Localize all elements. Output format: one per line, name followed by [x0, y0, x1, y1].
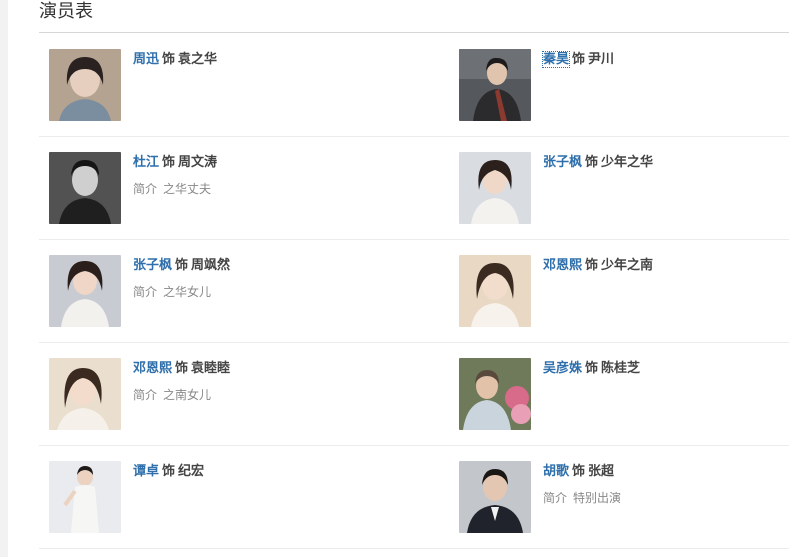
cast-item: 胡歌饰张超 简介 特别出演 [459, 461, 789, 541]
role-name: 袁睦睦 [191, 361, 231, 376]
intro-text: 之南女儿 [163, 388, 212, 402]
role-name: 张超 [588, 464, 615, 479]
actor-photo[interactable] [49, 358, 121, 430]
row-divider [39, 342, 789, 343]
actor-name-link[interactable]: 邓恩熙 [543, 258, 582, 273]
actor-name-link[interactable]: 谭卓 [133, 464, 159, 479]
cast-item: 张子枫饰周飒然 简介 之华女儿 [49, 255, 379, 335]
actor-photo[interactable] [49, 152, 121, 224]
as-label: 饰 [175, 258, 189, 273]
role-name: 陈桂芝 [601, 361, 641, 376]
actor-name-link[interactable]: 张子枫 [133, 258, 172, 273]
role-name: 袁之华 [178, 52, 218, 67]
left-rail [0, 0, 8, 557]
actor-photo[interactable] [459, 152, 531, 224]
row-divider [39, 445, 789, 446]
actor-photo[interactable] [459, 49, 531, 121]
intro-label: 简介 [133, 388, 158, 402]
cast-item: 邓恩熙饰袁睦睦 简介 之南女儿 [49, 358, 379, 438]
intro-text: 特别出演 [573, 491, 622, 505]
actor-name-link[interactable]: 张子枫 [543, 155, 582, 170]
actor-photo[interactable] [459, 255, 531, 327]
actor-name-link[interactable]: 杜江 [133, 155, 159, 170]
actor-photo[interactable] [459, 358, 531, 430]
actor-name-link[interactable]: 吴彦姝 [543, 361, 582, 376]
as-label: 饰 [162, 155, 176, 170]
role-name: 纪宏 [178, 464, 205, 479]
as-label: 饰 [572, 52, 586, 67]
role-name: 少年之华 [601, 155, 654, 170]
as-label: 饰 [572, 464, 586, 479]
cast-item: 吴彦姝饰陈桂芝 [459, 358, 789, 438]
as-label: 饰 [585, 361, 599, 376]
cast-item: 邓恩熙饰少年之南 [459, 255, 789, 335]
cast-item: 张子枫饰少年之华 [459, 152, 789, 232]
intro-label: 简介 [133, 182, 158, 196]
row-divider [39, 548, 789, 549]
cast-item: 谭卓饰纪宏 [49, 461, 379, 541]
as-label: 饰 [162, 464, 176, 479]
cast-item: 秦昊饰尹川 [459, 49, 789, 129]
cast-item: 杜江饰周文涛 简介 之华丈夫 [49, 152, 379, 232]
actor-name-link[interactable]: 胡歌 [543, 464, 569, 479]
role-name: 少年之南 [601, 258, 654, 273]
as-label: 饰 [162, 52, 176, 67]
actor-photo[interactable] [49, 461, 121, 533]
intro-text: 之华丈夫 [163, 182, 212, 196]
section-title: 演员表 [39, 1, 93, 22]
role-name: 周文涛 [178, 155, 218, 170]
row-divider [39, 239, 789, 240]
intro-label: 简介 [133, 285, 158, 299]
as-label: 饰 [175, 361, 189, 376]
actor-name-link[interactable]: 周迅 [133, 52, 159, 67]
as-label: 饰 [585, 155, 599, 170]
actor-photo[interactable] [49, 49, 121, 121]
intro-text: 之华女儿 [163, 285, 212, 299]
actor-photo[interactable] [49, 255, 121, 327]
actor-photo[interactable] [459, 461, 531, 533]
cast-item: 周迅饰袁之华 [49, 49, 379, 129]
role-name: 周飒然 [191, 258, 231, 273]
intro-label: 简介 [543, 491, 568, 505]
row-divider [39, 136, 789, 137]
actor-name-link[interactable]: 邓恩熙 [133, 361, 172, 376]
as-label: 饰 [585, 258, 599, 273]
role-name: 尹川 [588, 52, 615, 67]
actor-name-link[interactable]: 秦昊 [541, 51, 571, 68]
title-divider [39, 32, 789, 33]
